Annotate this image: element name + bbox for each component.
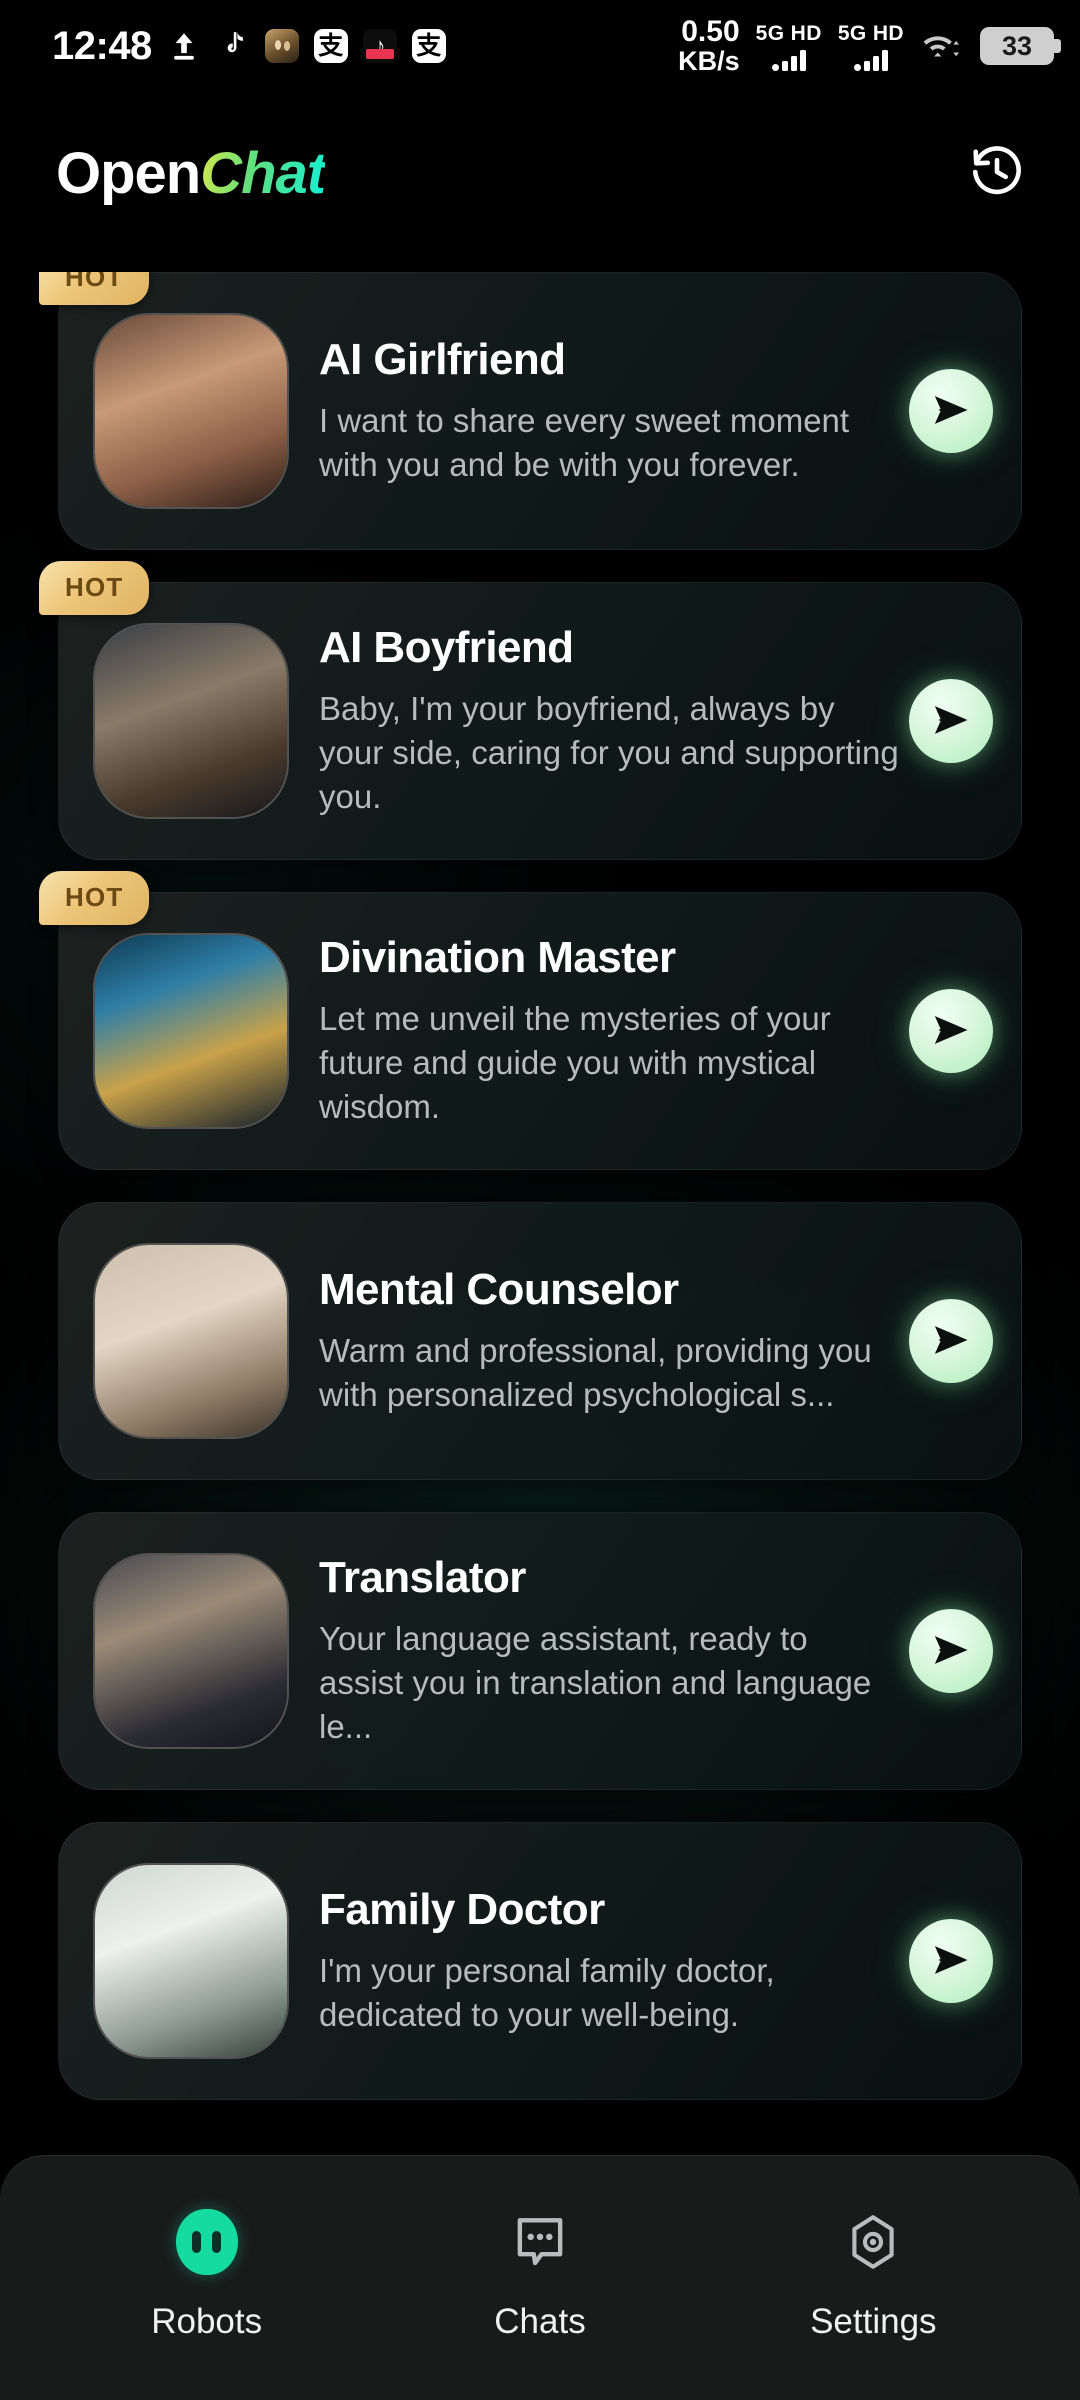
alipay-app-icon: 支 (313, 29, 348, 63)
send-arrow-icon (929, 698, 973, 745)
wifi-icon (920, 29, 964, 63)
battery-icon: 33 (980, 27, 1061, 65)
nav-item-robots[interactable]: Robots (107, 2208, 307, 2342)
ai-girlfriend-avatar[interactable] (93, 313, 289, 509)
robot-description: I'm your personal family doctor, dedicat… (319, 1952, 775, 2033)
robot-card-body: Mental Counselor Warm and professional, p… (289, 1265, 909, 1417)
app-logo-chat: Chat (200, 140, 326, 206)
nav-label-chats: Chats (494, 2302, 586, 2341)
alipay-app-icon-2: 支 (411, 29, 446, 63)
nav-item-settings[interactable]: Settings (773, 2208, 973, 2342)
hexagon-gear-icon (839, 2208, 907, 2276)
robot-name: AI Girlfriend (319, 335, 566, 385)
robot-card-body: AI Girlfriend I want to share every sweet… (289, 335, 909, 487)
pubg-app-icon (264, 29, 299, 63)
status-bar-right: 0.50 KB/s 5G HD 5G HD 33 (678, 14, 1061, 76)
network-speed-unit: KB/s (678, 45, 740, 76)
status-bar: 12:48 支 支 0.50 KB/s 5 (0, 0, 1080, 92)
family-doctor-avatar[interactable] (93, 1863, 289, 2059)
app-header: OpenChat (0, 118, 1080, 228)
chat-bubble-icon (506, 2208, 574, 2276)
nav-item-chats[interactable]: Chats (440, 2208, 640, 2342)
robot-description: Warm and professional, providing you wit… (319, 1332, 872, 1413)
app-logo: OpenChat (56, 140, 326, 207)
nav-label-robots: Robots (151, 2302, 263, 2341)
status-clock: 12:48 (52, 23, 152, 68)
send-arrow-icon (929, 388, 973, 435)
robot-name: Family Doctor (319, 1885, 605, 1935)
robot-card[interactable]: Translator Your language assistant, ready… (58, 1512, 1022, 1790)
start-chat-button[interactable] (909, 369, 993, 453)
bottom-navigation: Robots Chats Settings (0, 2155, 1080, 2400)
robot-card[interactable]: Family Doctor I'm your personal family do… (58, 1822, 1022, 2100)
robot-face-icon (173, 2208, 241, 2276)
send-arrow-icon (929, 1628, 973, 1675)
robot-card[interactable]: Mental Counselor Warm and professional, p… (58, 1202, 1022, 1480)
hot-badge: HOT (39, 561, 150, 615)
robot-description: Your language assistant, ready to assist… (319, 1620, 872, 1745)
history-clock-icon (968, 143, 1026, 204)
network-speed: 0.50 KB/s (678, 14, 740, 76)
upload-icon (167, 29, 201, 63)
robot-description: Baby, I'm your boyfriend, always by your… (319, 690, 899, 815)
battery-percent: 33 (1001, 30, 1033, 61)
robot-name: Mental Counselor (319, 1265, 679, 1315)
send-arrow-icon (929, 1008, 973, 1055)
robot-card-body: Family Doctor I'm your personal family do… (289, 1885, 909, 2037)
start-chat-button[interactable] (909, 989, 993, 1073)
status-bar-left: 12:48 支 支 (52, 24, 446, 69)
start-chat-button[interactable] (909, 1299, 993, 1383)
history-button[interactable] (962, 138, 1032, 208)
robot-description: Let me unveil the mysteries of your futu… (319, 1000, 831, 1125)
start-chat-button[interactable] (909, 679, 993, 763)
divination-master-avatar[interactable] (93, 933, 289, 1129)
hot-badge: HOT (39, 871, 150, 925)
signal-bars-icon-2 (853, 49, 888, 71)
sim1-label: 5G HD (755, 21, 822, 45)
start-chat-button[interactable] (909, 1609, 993, 1693)
network-speed-value: 0.50 (681, 14, 740, 48)
robot-card[interactable]: HOT Divination Master Let me unveil the my… (39, 871, 1022, 1170)
robot-list[interactable]: HOT AI Girlfriend I want to share every sw… (0, 272, 1080, 2172)
robot-name: Divination Master (319, 933, 676, 983)
robot-card[interactable]: HOT AI Boyfriend Baby, I'm your boyfriend,… (39, 561, 1022, 860)
send-arrow-icon (929, 1318, 973, 1365)
robot-name: Translator (319, 1553, 526, 1603)
robot-card[interactable]: HOT AI Girlfriend I want to share every sw… (39, 272, 1022, 550)
app-logo-open: Open (56, 140, 201, 206)
ai-boyfriend-avatar[interactable] (93, 623, 289, 819)
nav-label-settings: Settings (810, 2302, 937, 2341)
signal-bars-icon (771, 49, 806, 71)
sim1-signal: 5G HD (756, 22, 822, 71)
sim2-label: 5G HD (837, 21, 904, 45)
robot-card-body: Divination Master Let me unveil the myste… (289, 933, 909, 1129)
tiktok-music-icon (216, 29, 250, 63)
robot-card-body: AI Boyfriend Baby, I'm your boyfriend, al… (289, 623, 909, 819)
app-screen: 12:48 支 支 0.50 KB/s 5 (0, 0, 1080, 2400)
translator-avatar[interactable] (93, 1553, 289, 1749)
hot-badge: HOT (39, 272, 150, 305)
start-chat-button[interactable] (909, 1919, 993, 2003)
sim2-signal: 5G HD (838, 22, 904, 71)
robot-name: AI Boyfriend (319, 623, 574, 673)
send-arrow-icon (929, 1938, 973, 1985)
robot-description: I want to share every sweet moment with … (319, 402, 850, 483)
robot-card-body: Translator Your language assistant, ready… (289, 1553, 909, 1749)
mental-counselor-avatar[interactable] (93, 1243, 289, 1439)
tiktok-app-icon (362, 29, 397, 63)
